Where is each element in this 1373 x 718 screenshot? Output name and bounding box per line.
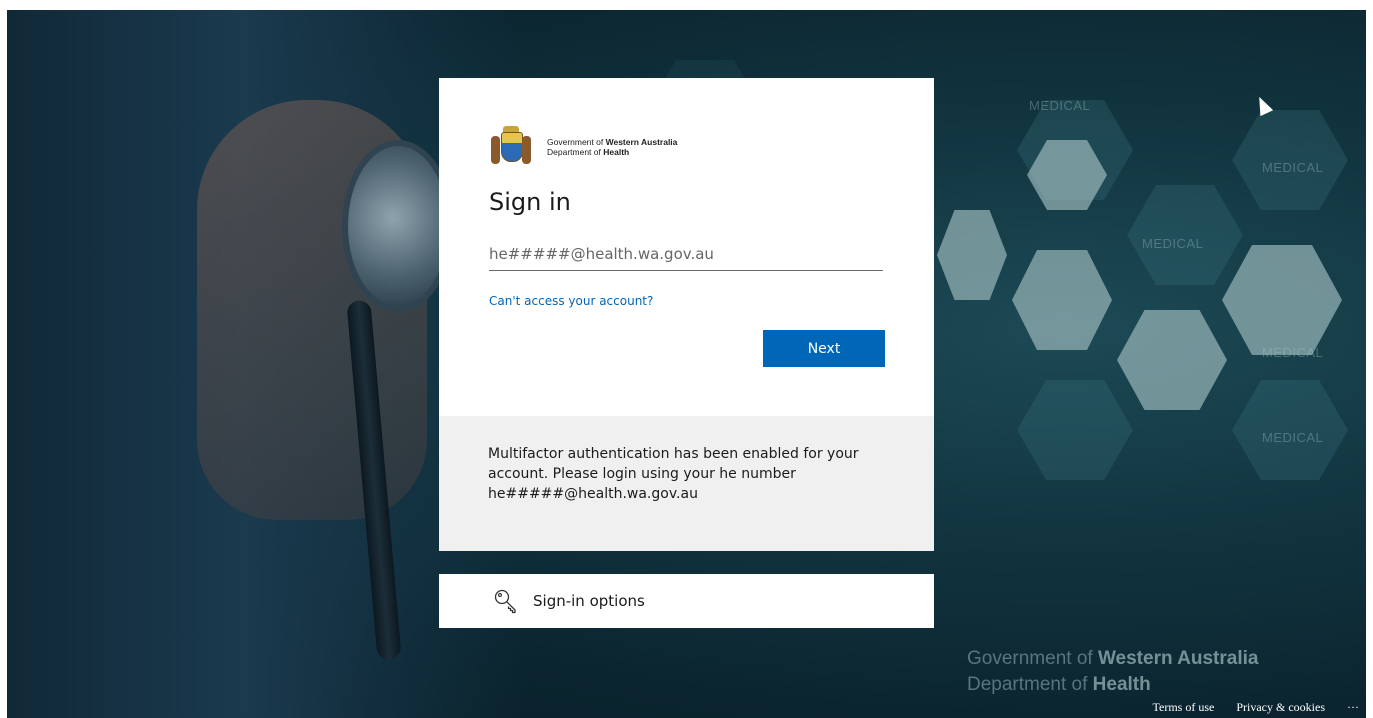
background-word: MEDICAL [1262, 430, 1324, 445]
page-title: Sign in [489, 188, 571, 216]
signin-options-button[interactable]: Sign-in options [439, 574, 934, 628]
background-word: MEDICAL [1142, 236, 1204, 251]
more-options-button[interactable]: ··· [1347, 700, 1359, 715]
background-word: MEDICAL [1262, 160, 1324, 175]
org-logo: Government of Western Australia Departme… [489, 126, 749, 168]
mfa-notice: Multifactor authentication has been enab… [439, 416, 934, 551]
email-field[interactable] [489, 238, 883, 271]
terms-of-use-link[interactable]: Terms of use [1153, 700, 1215, 715]
coat-of-arms-icon [489, 126, 533, 168]
background-hex [1127, 185, 1243, 285]
key-icon [494, 589, 516, 614]
background-hex [937, 210, 1007, 300]
background-hex [1117, 310, 1227, 410]
background-word: MEDICAL [1029, 98, 1091, 113]
background-stethoscope [342, 140, 454, 312]
footer: Terms of use Privacy & cookies ··· [1153, 696, 1359, 718]
privacy-cookies-link[interactable]: Privacy & cookies [1236, 700, 1325, 715]
background-word: MEDICAL [1262, 345, 1324, 360]
background-hex [1012, 250, 1112, 350]
cant-access-link[interactable]: Can't access your account? [489, 294, 653, 308]
next-button[interactable]: Next [763, 330, 885, 367]
background-hex [1017, 380, 1133, 480]
background-hex [1222, 245, 1342, 355]
logo-text: Government of Western Australia Departme… [547, 137, 678, 157]
signin-card: Government of Western Australia Departme… [439, 78, 934, 416]
background-org-name: Government of Western Australia Departme… [967, 648, 1259, 695]
signin-options-label: Sign-in options [533, 592, 645, 610]
mfa-notice-text: Multifactor authentication has been enab… [488, 446, 859, 502]
